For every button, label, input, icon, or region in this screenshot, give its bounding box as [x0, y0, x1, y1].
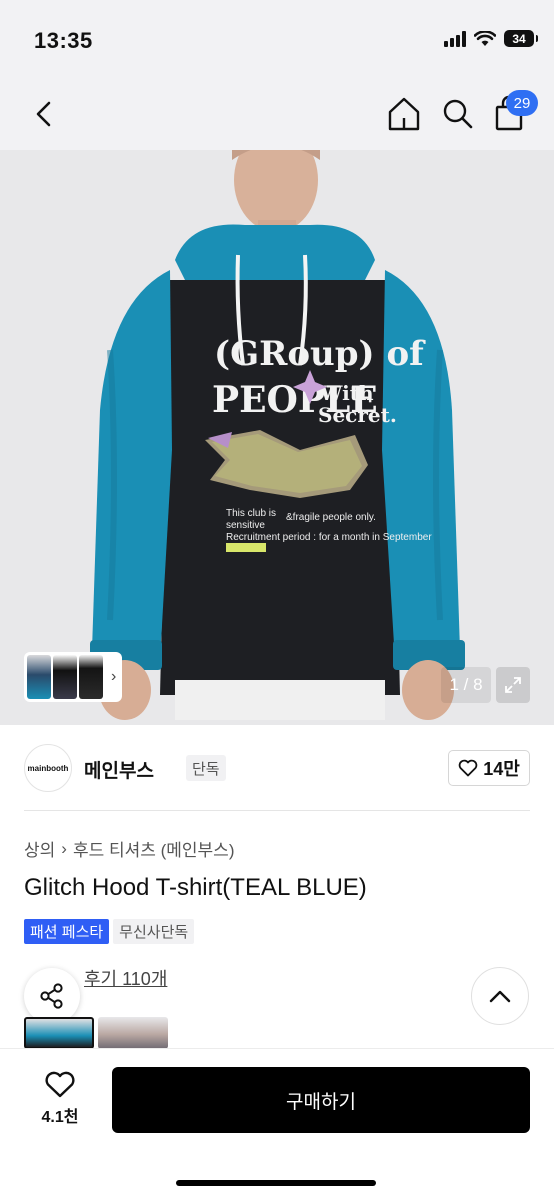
svg-text:sensitive: sensitive: [226, 520, 265, 531]
home-indicator: [176, 1180, 376, 1186]
nav-bar: [0, 80, 554, 150]
thumbnail-1[interactable]: [27, 655, 51, 699]
brand-exclusive-tag: 단독: [186, 755, 226, 781]
svg-text:Recruitment period : for a mon: Recruitment period : for a month in Sept…: [226, 532, 432, 543]
search-icon: [443, 99, 473, 129]
brand-like-count: 14만: [483, 759, 520, 779]
buy-button[interactable]: 구매하기: [112, 1067, 530, 1133]
color-options: [24, 1017, 168, 1049]
svg-text:&fragile people only.: &fragile people only.: [286, 512, 376, 523]
color-option-teal[interactable]: [24, 1017, 94, 1049]
wish-count: 4.1천: [41, 1109, 79, 1126]
svg-text:(GRoup) of: (GRoup) of: [214, 334, 426, 374]
color-option-other[interactable]: [98, 1017, 168, 1049]
chevron-right-icon: ›: [111, 668, 117, 685]
review-link[interactable]: 후기 110개: [84, 965, 167, 991]
product-title: Glitch Hood T-shirt(TEAL BLUE): [24, 874, 367, 901]
thumbnail-2[interactable]: [53, 655, 77, 699]
image-counter: 1 / 8: [441, 667, 491, 703]
home-icon: [388, 97, 420, 131]
wish-button[interactable]: 4.1천: [30, 1071, 90, 1131]
cart-count-badge: 29: [506, 90, 538, 116]
signal-icon: [444, 30, 466, 47]
exclusive-badge: 무신사단독: [113, 919, 195, 944]
heart-icon: [45, 1071, 75, 1098]
breadcrumb-separator-icon: ›: [61, 838, 67, 858]
bottom-action-bar: 4.1천 구매하기: [0, 1048, 554, 1200]
back-button[interactable]: [26, 96, 62, 132]
svg-text:This club is: This club is: [226, 508, 276, 519]
heart-icon: [458, 759, 478, 777]
breadcrumb-item[interactable]: 후드 티셔츠 (메인부스): [73, 836, 235, 861]
status-time: 13:35: [34, 28, 93, 53]
battery-icon: 34: [504, 30, 538, 47]
status-bar: 13:35 34: [0, 0, 554, 80]
divider: [24, 810, 530, 811]
home-button[interactable]: [384, 94, 424, 134]
share-icon: [40, 983, 63, 1009]
brand-name[interactable]: 메인부스: [84, 756, 154, 783]
fashion-festa-badge: 패션 페스타: [24, 919, 110, 944]
brand-row: mainbooth 메인부스 단독 14만: [24, 744, 530, 792]
product-photo: (GRoup) of PEOPLE With Secret. This club…: [0, 150, 554, 725]
status-icons: 34: [444, 30, 538, 47]
thumbnail-3[interactable]: [79, 655, 103, 699]
share-button[interactable]: [24, 968, 80, 1024]
thumbnail-strip[interactable]: ›: [24, 652, 122, 702]
brand-logo[interactable]: mainbooth: [24, 744, 72, 792]
breadcrumb: 상의 › 후드 티셔츠 (메인부스): [24, 836, 234, 861]
svg-text:With: With: [319, 381, 374, 405]
product-badges: 패션 페스타 무신사단독: [24, 919, 195, 944]
brand-like-button[interactable]: 14만: [448, 750, 530, 786]
chevron-up-icon: [489, 990, 511, 1003]
expand-icon: [505, 677, 521, 693]
scroll-top-button[interactable]: [471, 967, 529, 1025]
expand-button[interactable]: [496, 667, 530, 703]
search-button[interactable]: [438, 94, 478, 134]
product-image-gallery[interactable]: (GRoup) of PEOPLE With Secret. This club…: [0, 150, 554, 725]
back-icon: [36, 101, 51, 127]
breadcrumb-item[interactable]: 상의: [24, 836, 55, 861]
wifi-icon: [474, 30, 496, 46]
svg-text:Secret.: Secret.: [318, 403, 397, 427]
